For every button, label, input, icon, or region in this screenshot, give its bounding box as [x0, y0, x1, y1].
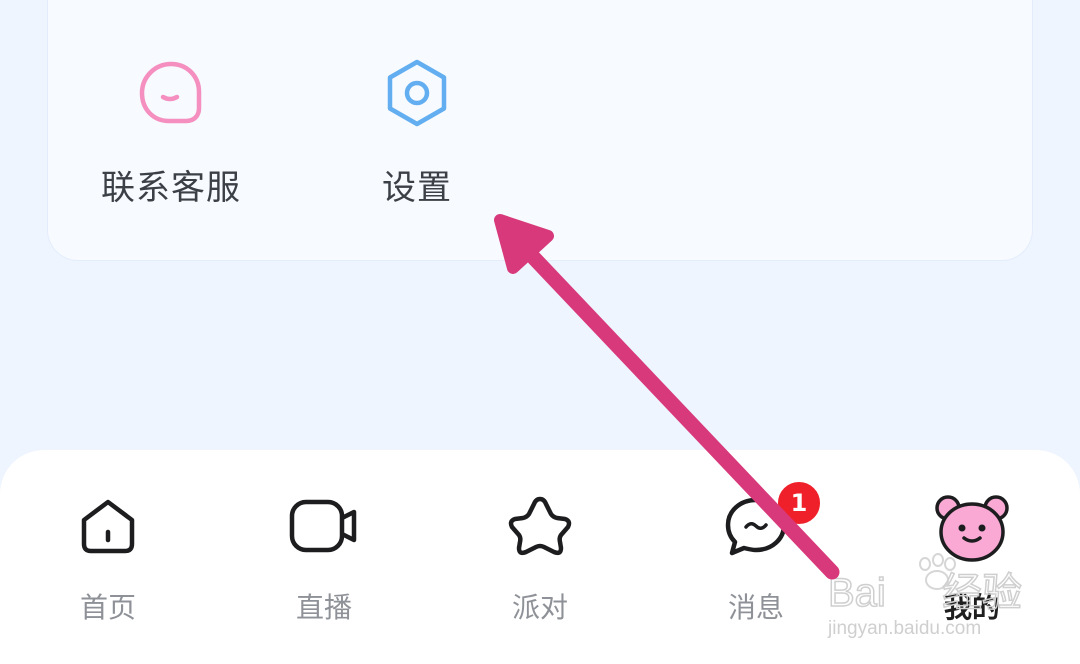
tab-messages[interactable]: 1 消息	[676, 479, 836, 634]
bear-avatar-icon	[934, 494, 1010, 568]
tab-live[interactable]: 直播	[244, 494, 404, 634]
tab-party-label: 派对	[511, 591, 568, 624]
camera-icon	[288, 494, 360, 562]
bottom-tab-bar: 首页 直播 派对 1 消息 我的	[0, 450, 1080, 664]
settings-label: 设置	[382, 168, 452, 208]
unread-badge: 1	[775, 479, 823, 527]
tab-home[interactable]: 首页	[28, 494, 188, 634]
chat-bubble-face-icon	[136, 58, 206, 132]
settings-button[interactable]: 设置	[317, 58, 517, 218]
tab-messages-label: 消息	[727, 591, 784, 624]
contact-service-label: 联系客服	[101, 168, 241, 208]
tab-party[interactable]: 派对	[460, 494, 620, 634]
tab-me[interactable]: 我的	[892, 494, 1052, 634]
star-icon	[506, 494, 574, 562]
tab-live-label: 直播	[295, 591, 352, 624]
home-icon	[76, 494, 140, 562]
tab-me-label: 我的	[943, 591, 1000, 624]
settings-hexagon-icon	[382, 58, 452, 132]
contact-service-button[interactable]: 联系客服	[71, 58, 271, 218]
tab-home-label: 首页	[79, 591, 136, 624]
